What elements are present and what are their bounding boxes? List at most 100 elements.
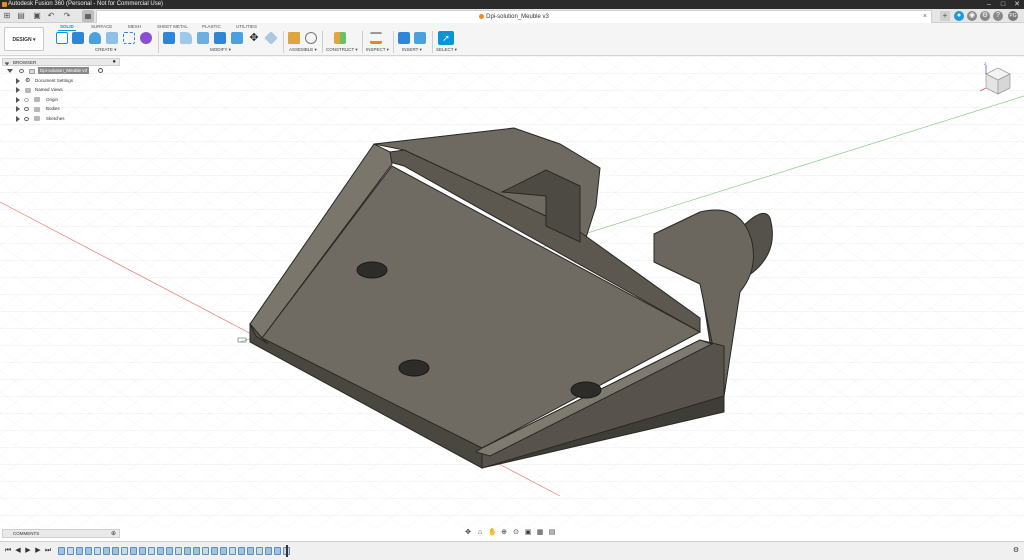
look-at-icon[interactable]: ⌂: [476, 529, 484, 537]
notifications-icon[interactable]: ⚙: [980, 11, 990, 21]
undo-icon[interactable]: ↶: [46, 11, 56, 21]
job-status-icon[interactable]: ◉: [967, 11, 977, 21]
browser-item-sketches[interactable]: Sketches: [2, 114, 120, 124]
timeline-feature[interactable]: [202, 547, 209, 555]
browser-item-origin[interactable]: Origin: [2, 95, 120, 105]
timeline-feature[interactable]: [130, 547, 137, 555]
tab-sheet-metal[interactable]: SHEET METAL: [157, 24, 188, 29]
timeline-feature[interactable]: [148, 547, 155, 555]
expand-root-icon[interactable]: [7, 69, 13, 73]
design-canvas[interactable]: [0, 56, 1024, 528]
timeline-next-icon[interactable]: ▶: [34, 547, 42, 555]
timeline-feature[interactable]: [193, 547, 200, 555]
revolve-icon[interactable]: [89, 32, 101, 44]
timeline-feature[interactable]: [67, 547, 74, 555]
expand-icon[interactable]: [16, 96, 20, 103]
activate-radio-icon[interactable]: [98, 68, 103, 73]
timeline-end-icon[interactable]: ⏭: [44, 547, 52, 555]
document-tab[interactable]: Dpi-solution_Meuble v3 ×: [96, 10, 932, 23]
insert-menu[interactable]: INSERT ▾: [402, 47, 422, 53]
tab-mesh[interactable]: MESH: [128, 24, 141, 29]
mounting-hole[interactable]: [356, 261, 388, 279]
insert-derive-icon[interactable]: [398, 32, 410, 44]
close-tab-icon[interactable]: ×: [923, 11, 927, 23]
home-icon[interactable]: [82, 10, 94, 22]
select-icon[interactable]: ➚: [438, 31, 454, 45]
new-component-icon[interactable]: [288, 32, 300, 44]
assemble-menu[interactable]: ASSEMBLE ▾: [289, 47, 317, 53]
mounting-hole[interactable]: [398, 359, 430, 377]
pan-icon[interactable]: ✋: [488, 529, 497, 537]
collapse-icon[interactable]: [4, 61, 10, 66]
insert-image-icon[interactable]: [414, 32, 426, 44]
expand-icon[interactable]: [16, 87, 20, 93]
timeline-feature[interactable]: [238, 547, 245, 555]
visibility-eye-icon[interactable]: [24, 97, 29, 102]
timeline-feature[interactable]: [112, 547, 119, 555]
browser-header[interactable]: BROWSER ●: [2, 58, 120, 66]
timeline-feature[interactable]: [157, 547, 164, 555]
timeline-play-icon[interactable]: ▶: [24, 547, 32, 555]
pin-panel-icon[interactable]: ●: [112, 59, 116, 66]
visibility-eye-icon[interactable]: [24, 116, 29, 121]
expand-icon[interactable]: [16, 77, 20, 84]
construct-menu[interactable]: CONSTRUCT ▾: [326, 47, 358, 53]
minimize-button[interactable]: –: [982, 0, 996, 9]
close-window-button[interactable]: ✕: [1010, 0, 1024, 9]
create-sketch-icon[interactable]: [56, 32, 68, 44]
joint-icon[interactable]: [305, 32, 317, 44]
timeline-feature[interactable]: [247, 547, 254, 555]
browser-item-document-settings[interactable]: ⚙ Document Settings: [2, 76, 120, 86]
redo-icon[interactable]: ↷: [62, 11, 72, 21]
fillet-icon[interactable]: [180, 32, 192, 44]
modify-menu[interactable]: MODIFY ▾: [210, 47, 231, 53]
visibility-eye-icon[interactable]: [24, 107, 29, 111]
timeline-feature[interactable]: [211, 547, 218, 555]
display-settings-icon[interactable]: ▣: [524, 529, 532, 537]
create-form-icon[interactable]: [140, 32, 152, 44]
comments-panel[interactable]: COMMENTS ⊕: [2, 529, 120, 538]
move-icon[interactable]: ✥: [248, 32, 260, 44]
browser-item-named-views[interactable]: Named Views: [2, 85, 120, 95]
timeline-feature[interactable]: [256, 547, 263, 555]
select-menu[interactable]: SELECT ▾: [436, 47, 457, 53]
pattern-icon[interactable]: [123, 32, 135, 44]
data-panel-icon[interactable]: ⊞: [2, 11, 12, 21]
zoom-icon[interactable]: ⊕: [500, 529, 508, 537]
extensions-icon[interactable]: ●: [954, 11, 964, 21]
save-icon[interactable]: ▣: [32, 11, 42, 21]
timeline-feature[interactable]: [121, 547, 128, 555]
new-tab-button[interactable]: +: [940, 11, 950, 21]
timeline-feature[interactable]: [76, 547, 83, 555]
timeline-feature[interactable]: [58, 547, 65, 555]
offset-plane-icon[interactable]: [334, 32, 346, 44]
timeline-prev-icon[interactable]: ◀: [14, 547, 22, 555]
workspace-switcher[interactable]: DESIGN ▾: [4, 27, 44, 51]
combine-icon[interactable]: [231, 32, 243, 44]
fit-icon[interactable]: ⊙: [512, 529, 520, 537]
hole-icon[interactable]: [106, 32, 118, 44]
viewcube[interactable]: Z: [978, 60, 1018, 100]
timeline-feature[interactable]: [85, 547, 92, 555]
timeline-feature[interactable]: [103, 547, 110, 555]
align-icon[interactable]: [264, 31, 278, 45]
timeline-feature[interactable]: [265, 547, 272, 555]
timeline-feature[interactable]: [175, 547, 182, 555]
timeline-start-icon[interactable]: ⏮: [4, 547, 12, 555]
add-comment-icon[interactable]: ⊕: [111, 530, 116, 538]
tab-solid[interactable]: SOLID: [58, 24, 76, 31]
extrude-icon[interactable]: [72, 32, 84, 44]
inspect-menu[interactable]: INSPECT ▾: [366, 47, 389, 53]
viewports-icon[interactable]: ▤: [548, 529, 556, 537]
help-icon[interactable]: ?: [993, 11, 1003, 21]
timeline-feature[interactable]: [166, 547, 173, 555]
timeline-feature[interactable]: [220, 547, 227, 555]
visibility-eye-icon[interactable]: [19, 69, 24, 73]
press-pull-icon[interactable]: [163, 32, 175, 44]
timeline-marker[interactable]: [286, 545, 288, 557]
browser-item-bodies[interactable]: Bodies: [2, 104, 120, 114]
measure-icon[interactable]: [370, 32, 382, 44]
browser-root[interactable]: Dpi-solution_Meuble v3: [2, 66, 120, 76]
timeline-feature[interactable]: [274, 547, 281, 555]
grid-settings-icon[interactable]: ▦: [536, 529, 544, 537]
